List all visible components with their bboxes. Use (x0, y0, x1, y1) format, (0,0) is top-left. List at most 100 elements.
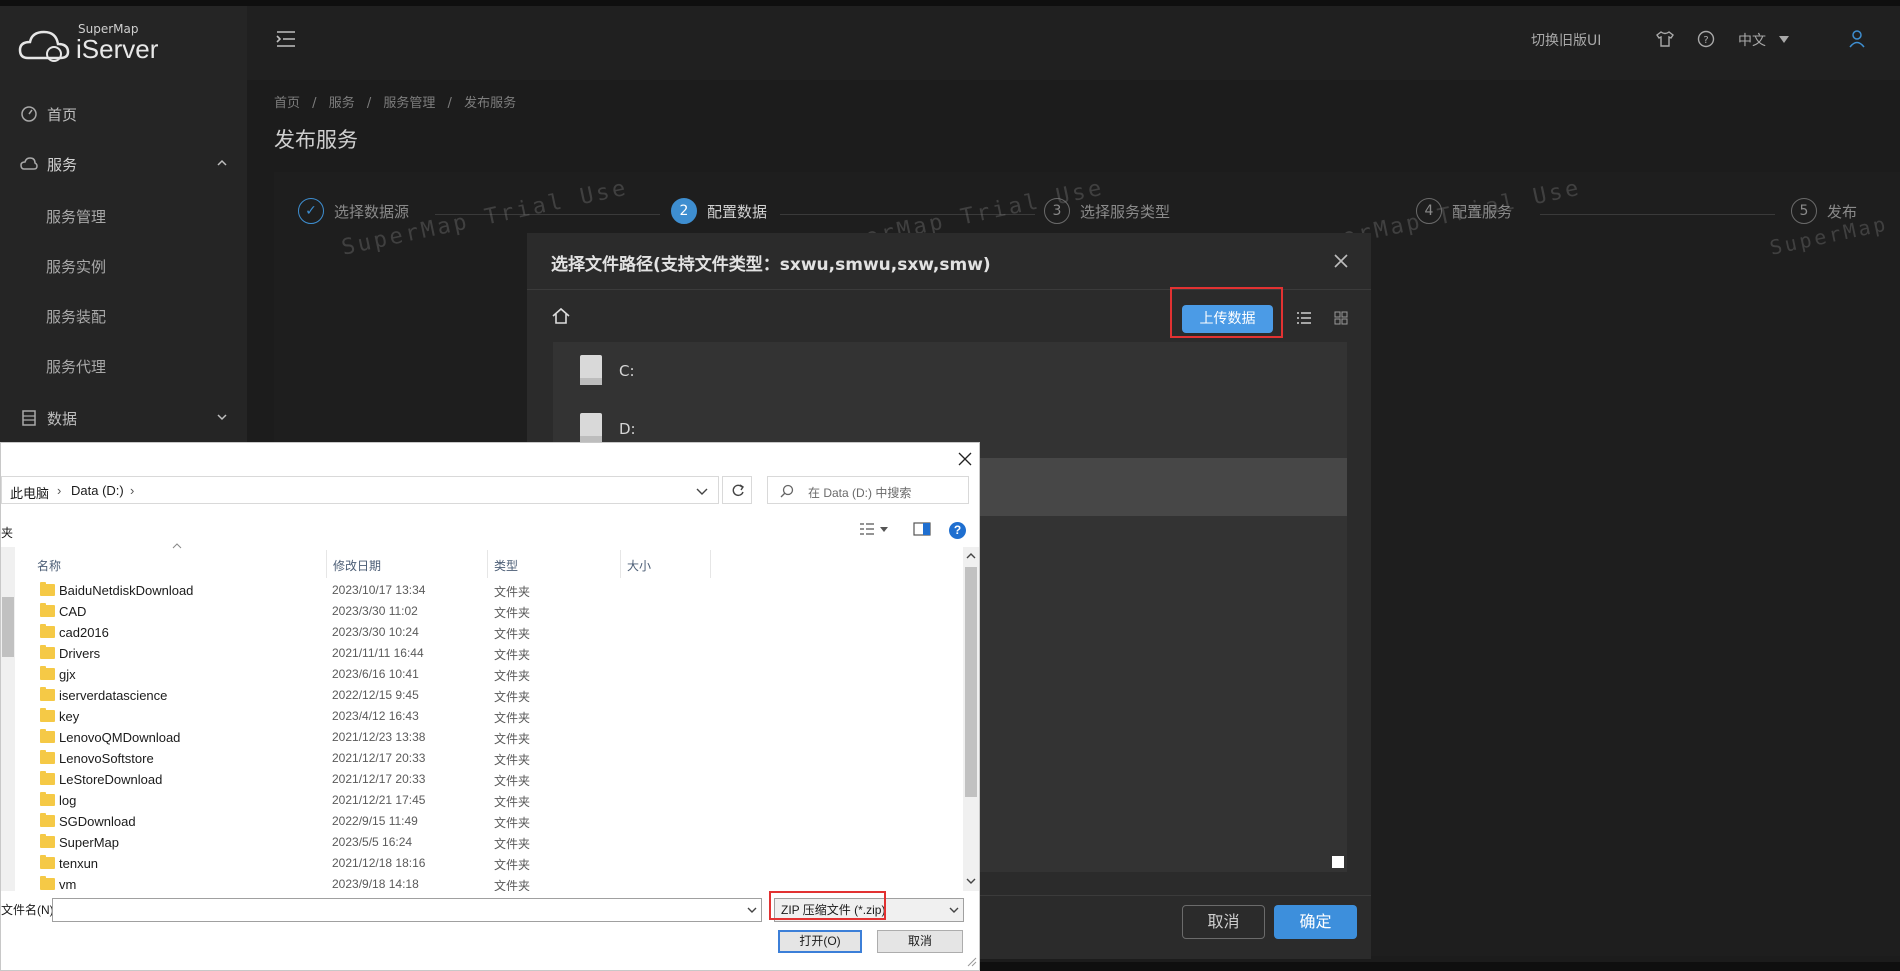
file-row[interactable]: SGDownload 2022/9/15 11:49 文件夹 (34, 811, 964, 832)
scrollbar-thumb[interactable] (2, 597, 14, 657)
file-row[interactable]: key 2023/4/12 16:43 文件夹 (34, 706, 964, 727)
file-date: 2023/5/5 16:24 (332, 835, 413, 849)
search-icon (780, 484, 794, 498)
column-header-date[interactable]: 修改日期 (327, 550, 488, 578)
column-header-name[interactable]: 名称 (31, 550, 327, 578)
sidebar-item-services[interactable]: 服务 (0, 142, 247, 186)
user-icon[interactable] (1849, 30, 1865, 48)
folder-icon (40, 645, 55, 659)
confirm-button[interactable]: 确定 (1274, 905, 1357, 939)
file-date: 2023/9/18 14:18 (332, 877, 419, 891)
chevron-right-icon: › (57, 483, 62, 498)
folder-icon (40, 750, 55, 764)
cancel-button[interactable]: 取消 (877, 930, 963, 953)
scrollbar-thumb[interactable] (965, 567, 977, 797)
sidebar-item-home[interactable]: 首页 (0, 92, 247, 136)
view-options-icon[interactable] (859, 522, 889, 536)
menu-fold-icon[interactable] (276, 30, 296, 48)
step-number: 2 (671, 198, 697, 224)
home-icon[interactable] (551, 307, 571, 325)
file-date: 2021/12/17 20:33 (332, 751, 426, 765)
file-row[interactable]: log 2021/12/21 17:45 文件夹 (34, 790, 964, 811)
sidebar-item-label: 服务实例 (46, 257, 107, 276)
address-bar[interactable]: 此电脑 › Data (D:) › (1, 476, 719, 504)
file-row[interactable]: cad2016 2023/3/30 10:24 文件夹 (34, 622, 964, 643)
folder-icon (40, 855, 55, 869)
filename-input[interactable] (52, 898, 762, 922)
drive-item-c[interactable]: C: (553, 342, 1347, 400)
sidebar-item-label: 数据 (47, 409, 78, 428)
address-segment-this-pc[interactable]: 此电脑 (10, 483, 49, 502)
cancel-button[interactable]: 取消 (1182, 905, 1265, 939)
sidebar-item-service-assembly[interactable]: 服务装配 (0, 294, 247, 338)
scroll-up-icon[interactable] (966, 552, 976, 560)
sidebar-item-service-management[interactable]: 服务管理 (0, 194, 247, 238)
search-input[interactable]: 在 Data (D:) 中搜索 (767, 476, 969, 504)
file-row[interactable]: LenovoSoftstore 2021/12/17 20:33 文件夹 (34, 748, 964, 769)
file-row[interactable]: CAD 2023/3/30 11:02 文件夹 (34, 601, 964, 622)
breadcrumb-services[interactable]: 服务 (329, 96, 355, 111)
chevron-down-icon[interactable] (696, 486, 708, 496)
file-row[interactable]: LeStoreDownload 2021/12/17 20:33 文件夹 (34, 769, 964, 790)
close-icon[interactable] (1333, 253, 1349, 269)
file-type: 文件夹 (494, 732, 531, 746)
folder-icon (40, 792, 55, 806)
file-row[interactable]: Drivers 2021/11/11 16:44 文件夹 (34, 643, 964, 664)
close-icon[interactable] (958, 452, 972, 466)
switch-old-ui-link[interactable]: 切换旧版UI (1531, 30, 1601, 54)
theme-shirt-icon[interactable] (1656, 30, 1674, 48)
resize-grip-icon[interactable] (967, 957, 977, 967)
sidebar-item-label: 服务代理 (46, 357, 107, 376)
language-selector[interactable]: 中文 (1738, 30, 1766, 54)
file-date: 2021/11/11 16:44 (332, 646, 424, 660)
file-row[interactable]: tenxun 2021/12/18 18:16 文件夹 (34, 853, 964, 874)
list-view-icon[interactable] (1296, 310, 1312, 326)
dashboard-icon (21, 106, 37, 122)
file-row[interactable]: BaiduNetdiskDownload 2023/10/17 13:34 文件夹 (34, 580, 964, 601)
file-date: 2021/12/21 17:45 (332, 793, 426, 807)
file-list-scrollbar[interactable] (963, 547, 979, 891)
filename-label: 文件名(N): (1, 903, 57, 917)
file-name: SGDownload (59, 814, 136, 829)
grid-view-icon[interactable] (1333, 310, 1349, 326)
file-name: LenovoSoftstore (59, 751, 154, 766)
breadcrumb: 首页 / 服务 / 服务管理 / 发布服务 (274, 92, 516, 111)
folder-icon (40, 624, 55, 638)
sidebar-item-data[interactable]: 数据 (0, 396, 247, 440)
scroll-down-icon[interactable] (966, 877, 976, 885)
check-icon: ✓ (298, 198, 324, 224)
file-date: 2021/12/18 18:16 (332, 856, 426, 870)
address-segment-drive[interactable]: Data (D:) (71, 483, 124, 498)
open-button[interactable]: 打开(O) (778, 930, 862, 953)
nav-pane-scrollbar[interactable] (1, 547, 15, 891)
chevron-up-icon (217, 159, 227, 166)
file-row[interactable]: LenovoQMDownload 2021/12/23 13:38 文件夹 (34, 727, 964, 748)
file-row[interactable]: iserverdatascience 2022/12/15 9:45 文件夹 (34, 685, 964, 706)
preview-pane-icon[interactable] (913, 522, 931, 536)
column-header-type[interactable]: 类型 (488, 550, 621, 578)
file-date: 2022/12/15 9:45 (332, 688, 419, 702)
file-type: 文件夹 (494, 753, 531, 767)
highlight-box-upload (1170, 287, 1283, 338)
breadcrumb-home[interactable]: 首页 (274, 96, 300, 111)
sidebar-item-service-proxy[interactable]: 服务代理 (0, 344, 247, 388)
file-row[interactable]: SuperMap 2023/5/5 16:24 文件夹 (34, 832, 964, 853)
file-date: 2023/4/12 16:43 (332, 709, 419, 723)
logo: SuperMap iServer (18, 20, 168, 70)
chevron-down-icon[interactable] (949, 906, 959, 914)
file-row[interactable]: gjx 2023/6/16 10:41 文件夹 (34, 664, 964, 685)
chevron-down-icon[interactable] (747, 906, 757, 914)
help-icon[interactable]: ? (1697, 30, 1715, 48)
breadcrumb-service-management[interactable]: 服务管理 (383, 96, 435, 111)
sidebar-item-label: 首页 (47, 105, 78, 124)
refresh-button[interactable] (722, 476, 752, 504)
file-row[interactable]: vm 2023/9/18 14:18 文件夹 (34, 874, 964, 891)
scroll-handle[interactable] (1332, 856, 1344, 868)
breadcrumb-separator: / (366, 96, 372, 111)
help-icon[interactable]: ? (949, 522, 966, 539)
sidebar-item-service-instances[interactable]: 服务实例 (0, 244, 247, 288)
step-connector (1540, 214, 1775, 215)
chevron-right-icon: › (130, 483, 135, 498)
column-header-size[interactable]: 大小 (621, 550, 711, 578)
file-name: vm (59, 877, 77, 891)
